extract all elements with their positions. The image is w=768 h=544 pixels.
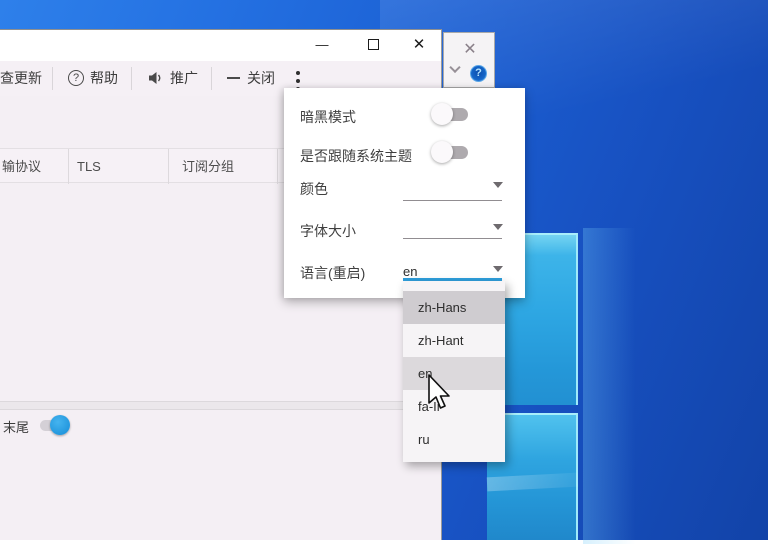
toolbar-separator [211,67,212,90]
help-button[interactable]: ?帮助 [68,61,118,96]
toggle-knob [50,415,70,435]
speaker-icon [148,71,164,85]
toolbar-separator [52,67,53,90]
dark-mode-label: 暗黑模式 [300,107,356,127]
language-dropdown: zh-Hans zh-Hant en fa-Ir ru [403,278,505,462]
column-header-subscription-group[interactable]: 订阅分组 [182,149,234,184]
column-separator [277,149,278,184]
close-icon[interactable]: ✕ [444,39,496,59]
minus-icon [227,77,240,79]
maximize-button[interactable] [356,30,390,60]
language-select-value[interactable]: en [403,264,417,279]
toolbar-separator [131,67,132,90]
toggle-knob [431,103,453,125]
dropdown-item-fa-ir[interactable]: fa-Ir [403,390,505,423]
color-select[interactable] [403,200,502,201]
check-update-button[interactable]: 查更新 [0,61,42,96]
dropdown-item-zh-hans[interactable]: zh-Hans [403,291,505,324]
dot [296,79,300,83]
font-size-label: 字体大小 [300,221,356,241]
follow-system-theme-label: 是否跟随系统主题 [300,146,412,166]
follow-system-theme-toggle[interactable] [434,140,470,164]
titlebar: — ✕ [0,30,441,61]
close-app-button[interactable]: 关闭 [227,61,275,96]
dropdown-item-ru[interactable]: ru [403,423,505,456]
dropdown-item-zh-hant[interactable]: zh-Hant [403,324,505,357]
help-icon[interactable]: ? [470,65,487,82]
column-header-protocol[interactable]: 输协议 [2,149,41,184]
color-label: 颜色 [300,179,328,199]
settings-popover: 暗黑模式 是否跟随系统主题 颜色 字体大小 语言(重启) en [284,88,525,298]
question-circle-icon: ? [68,70,84,86]
windows-logo-glow [583,228,653,544]
column-header-tls[interactable]: TLS [77,149,101,184]
mouse-cursor [427,374,453,411]
column-separator [168,149,169,184]
toggle-knob [431,141,453,163]
promotion-button[interactable]: 推广 [148,61,198,96]
background-helper-window: ✕ ? [443,32,495,88]
font-size-select[interactable] [403,238,502,239]
scroll-to-end-label: 末尾 [3,417,29,436]
maximize-icon [368,39,379,50]
scroll-to-end-toggle[interactable] [40,414,74,436]
dark-mode-toggle[interactable] [434,102,470,126]
language-label: 语言(重启) [300,263,365,283]
dot [296,71,300,75]
minimize-button[interactable]: — [305,30,339,60]
chevron-down-icon [493,182,503,188]
chevron-down-icon [493,266,503,272]
close-button[interactable]: ✕ [402,30,436,60]
chevron-down-icon [493,224,503,230]
chevron-down-icon[interactable] [449,61,460,72]
column-separator [68,149,69,184]
pane-light-streak [487,473,579,492]
footer-divider [0,401,441,410]
dropdown-item-en[interactable]: en [403,357,505,390]
